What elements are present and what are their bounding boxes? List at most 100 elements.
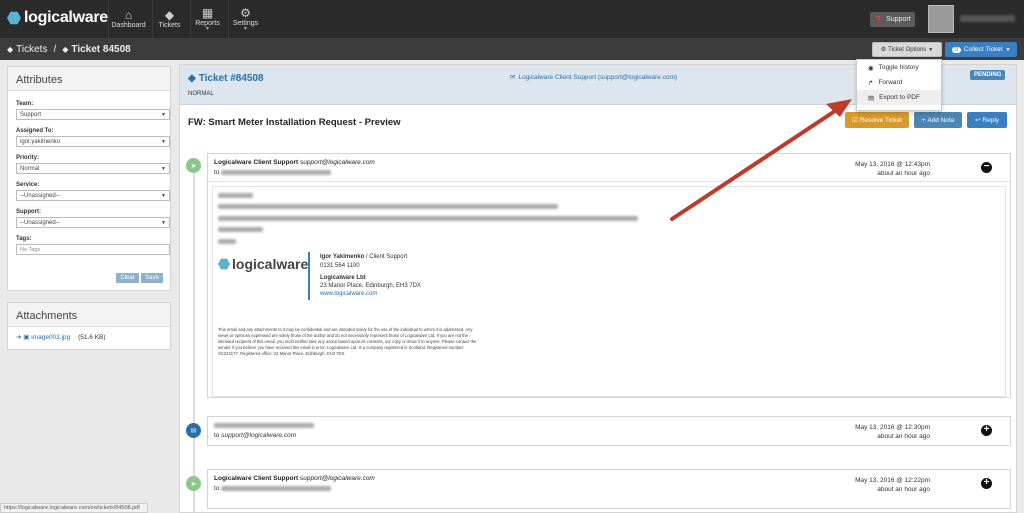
resolve-ticket-button[interactable]: ☑ Resolve Ticket (845, 112, 909, 128)
browser-status-url: https://logicalware.logicalware.com/en/t… (0, 503, 148, 513)
signature-role: / Client Support (364, 254, 408, 260)
envelope-icon: ✉ (186, 423, 201, 438)
expand-toggle-icon[interactable]: + (981, 425, 992, 436)
select-arrow-icon: ▼ (161, 192, 166, 199)
ticket-id-text: Ticket #84508 (198, 73, 264, 84)
envelope-icon: ✉ (510, 74, 516, 81)
signature-company: Logicalware Ltd (320, 275, 366, 281)
message-item: Logicalware Client Support support@logic… (207, 469, 1011, 509)
support-select[interactable]: --Unassigned-- ▼ (16, 217, 170, 228)
reply-button[interactable]: ↩ Reply (967, 112, 1007, 128)
message-header[interactable]: Logicalware Client Support support@logic… (208, 154, 1010, 182)
attachment-item[interactable]: ➔ ▣ image003.jpg (51.6 KB) (8, 327, 170, 341)
signature-phone: 0131 564 1100 (320, 263, 360, 269)
message-recipient: to (214, 169, 332, 176)
caret-down-icon: ▼ (205, 25, 210, 32)
menu-item-label: Toggle history (878, 64, 919, 71)
signature-website[interactable]: www.logicalware.com (320, 291, 377, 297)
nav-tickets-label: Tickets (158, 22, 181, 29)
redacted-recipient (221, 169, 332, 175)
nav-settings[interactable]: ⚙ Settings ▼ (228, 0, 262, 38)
nav-dashboard-label: Dashboard (111, 22, 146, 29)
menu-item-forward[interactable]: ↱ Forward (857, 75, 941, 90)
add-note-label: Add Note (927, 116, 955, 124)
menu-item-export-pdf[interactable]: ▤ Export to PDF (857, 90, 941, 105)
file-icon: ▤ (868, 94, 875, 102)
priority-label: Priority: (16, 155, 40, 161)
priority-select[interactable]: Normal ▼ (16, 163, 170, 174)
attributes-panel: Attributes Team: Support ▼ Assigned To: i… (7, 66, 171, 291)
ago-text: about an hour ago (877, 486, 930, 493)
signature-logo: logicalware (218, 256, 308, 272)
to-prefix: to (214, 432, 220, 439)
collapse-toggle-icon[interactable]: − (981, 162, 992, 173)
message-recipient: to (214, 485, 332, 492)
user-name-redacted[interactable] (960, 15, 1015, 22)
logo-text: logicalware (24, 9, 108, 26)
service-select[interactable]: --Unassigned-- ▼ (16, 190, 170, 201)
message-sender: Logicalware Client Support support@logic… (214, 475, 375, 482)
support-label: Support: (16, 209, 41, 215)
ticket-options-button[interactable]: ⚙ Ticket Options ▼ (872, 42, 942, 57)
eye-icon: ◉ (868, 64, 874, 72)
tag-icon: ◆ (188, 73, 196, 84)
signature-address: 23 Manor Place, Edinburgh, EH3 7DX (320, 283, 422, 289)
save-button[interactable]: Save (141, 273, 163, 283)
clear-button[interactable]: Clear (116, 273, 139, 283)
sender-email: support@logicalware.com (299, 475, 375, 482)
team-select[interactable]: Support ▼ (16, 109, 170, 120)
collect-ticket-button[interactable]: 0 Collect Ticket ▼ (945, 42, 1017, 57)
expand-toggle-icon[interactable]: + (981, 478, 992, 489)
ticket-id: ◆ Ticket #84508 (188, 73, 264, 84)
home-icon: ⌂ (124, 8, 133, 22)
app-logo[interactable]: logicalware (7, 9, 108, 27)
support-button[interactable]: ❓ Support (870, 12, 915, 27)
team-label: Team: (16, 101, 34, 107)
gear-icon: ⚙ (880, 47, 887, 53)
status-badge: PENDING (970, 70, 1006, 80)
select-arrow-icon: ▼ (161, 111, 166, 118)
tags-icon: ◆ (164, 8, 175, 22)
nav-tickets[interactable]: ◆ Tickets (152, 0, 186, 38)
ticket-priority: NORMAL (188, 91, 214, 97)
service-value: --Unassigned-- (20, 192, 60, 199)
redacted-text (218, 227, 263, 232)
ago-text: about an hour ago (877, 170, 930, 177)
logo-hex-icon (218, 258, 230, 270)
signature-name-line: Igor Yakimenko / Client Support (320, 254, 407, 260)
assigned-select[interactable]: igor.yakimenko ▼ (16, 136, 170, 147)
add-note-button[interactable]: + Add Note (914, 112, 962, 128)
attachment-file-size: (51.6 KB) (78, 334, 106, 341)
menu-item-label: Export to PDF (879, 94, 920, 101)
caret-down-icon: ▼ (928, 46, 934, 53)
gear-icon: ⚙ (240, 5, 251, 20)
resolve-label: Resolve Ticket (859, 116, 903, 124)
reply-icon: ↩ (974, 117, 981, 124)
nav-dashboard[interactable]: ⌂ Dashboard (108, 0, 148, 38)
reply-label: Reply (982, 116, 1000, 124)
nav-reports[interactable]: ▦ Reports ▼ (190, 0, 224, 38)
select-arrow-icon: ▼ (161, 219, 166, 226)
message-header[interactable]: to support@logicalware.com May 13, 2016 … (208, 417, 1010, 445)
date-text: May 13, 2016 @ 12:30pm (855, 424, 930, 431)
message-date: May 13, 2016 @ 12:43pm about an hour ago (855, 160, 930, 178)
ticket-main-panel: ◆ Ticket #84508 NORMAL ✉ Logicalware Clien… (179, 64, 1017, 513)
select-arrow-icon: ▼ (161, 165, 166, 172)
redacted-sender (214, 422, 314, 428)
message-date: May 13, 2016 @ 12:22pm about an hour ago (855, 476, 930, 494)
priority-value: Normal (20, 165, 40, 172)
ticket-subject: FW: Smart Meter Installation Request - P… (188, 117, 401, 128)
attachment-file-name[interactable]: image003.jpg (31, 334, 70, 341)
sender-email: support@logicalware.com (299, 159, 375, 166)
arrow-right-icon: ➔ (16, 334, 22, 341)
support-button-label: Support (886, 16, 911, 23)
breadcrumb-tickets-link[interactable]: Tickets (16, 44, 47, 55)
user-avatar[interactable] (928, 5, 954, 33)
tags-input[interactable]: No Tags (16, 244, 170, 255)
plus-icon: + (921, 116, 926, 124)
menu-item-toggle-history[interactable]: ◉ Toggle history (857, 60, 941, 75)
assigned-label: Assigned To: (16, 128, 54, 134)
to-prefix: to (214, 485, 220, 492)
question-icon: ❓ (874, 16, 884, 24)
message-header[interactable]: Logicalware Client Support support@logic… (208, 470, 1010, 498)
